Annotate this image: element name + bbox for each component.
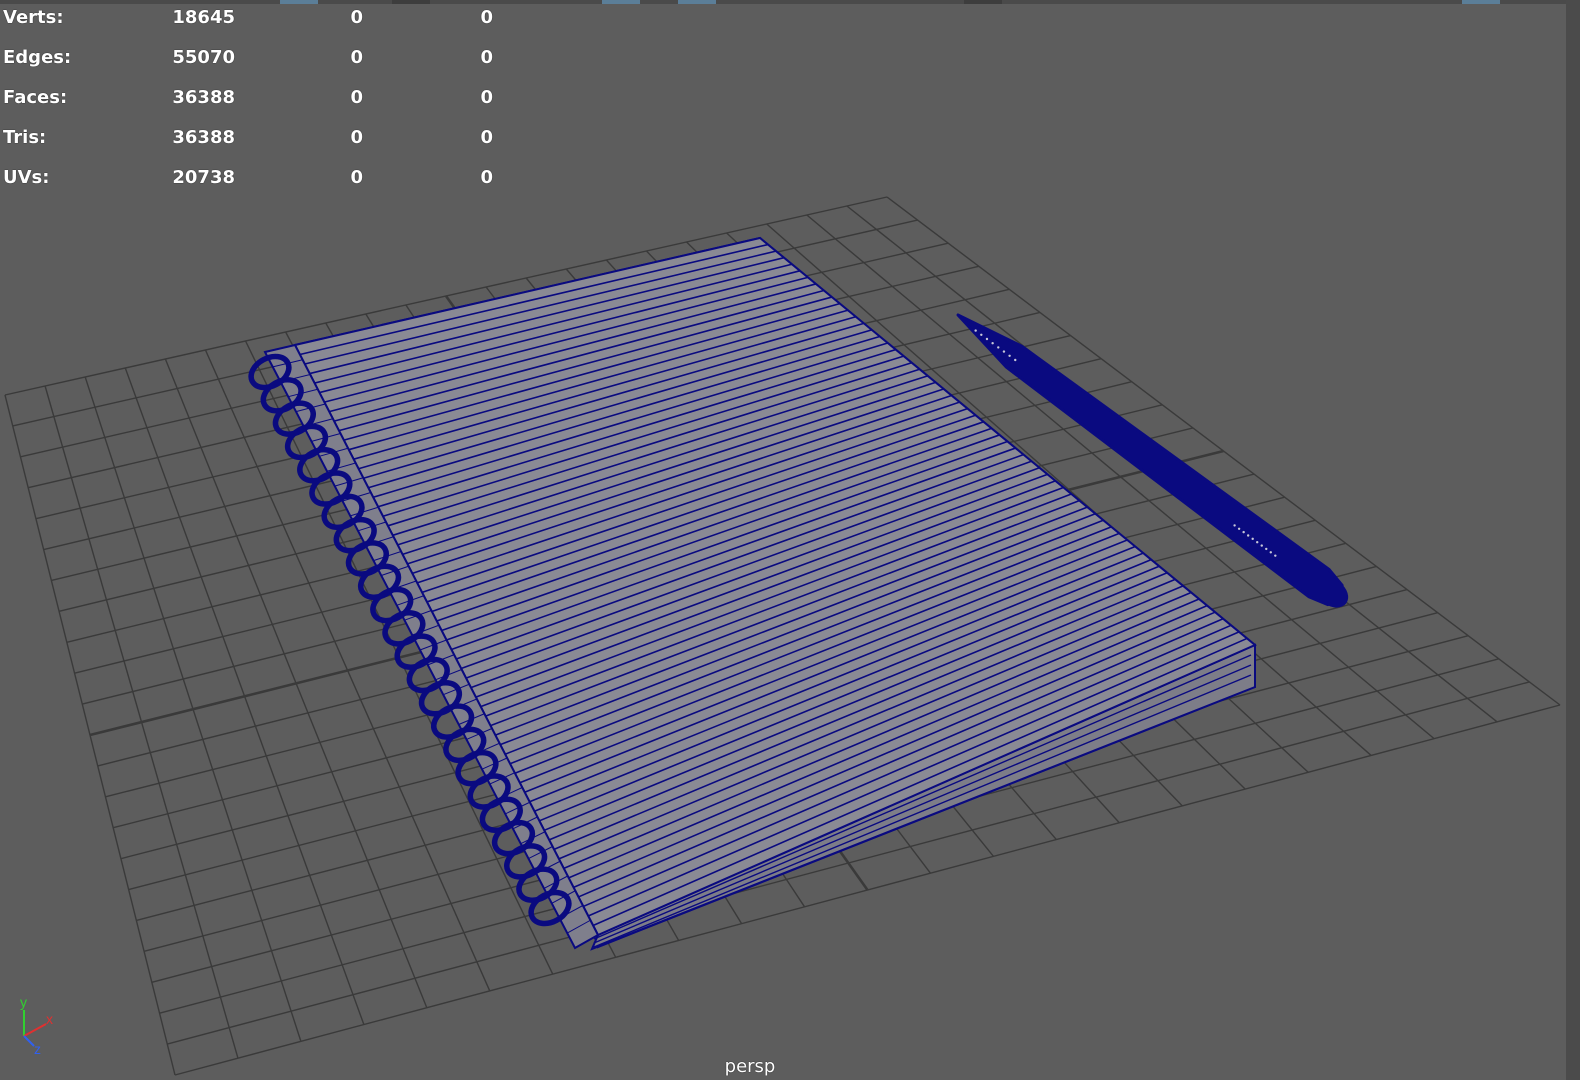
pen-detail [1256,541,1259,544]
pen-detail [974,329,977,332]
notebook-mesh[interactable] [246,236,1257,951]
strip-tab[interactable] [280,0,318,4]
strip-tab[interactable] [392,0,430,4]
hud-total: 18645 [172,7,235,28]
hud-selected: 0 [350,167,363,188]
hud-component: 0 [480,47,493,68]
hud-component: 0 [480,167,493,188]
axis-y-label: y [20,994,27,1010]
axis-x-line [23,1023,47,1037]
pen-detail [1246,534,1250,537]
hud-selected: 0 [350,127,363,148]
perspective-viewport[interactable]: Verts: 18645 0 0 Edges: 55070 0 0 Faces:… [0,0,1580,1080]
hud-total: 36388 [172,127,235,148]
axis-z-line [23,1035,35,1047]
toolbar-strip [0,0,1580,4]
hud-total: 36388 [172,87,235,108]
hud-label: Tris: [3,127,47,148]
viewport-scene[interactable] [0,0,1580,1080]
hud-label: UVs: [3,167,50,188]
pen-detail [1242,530,1245,534]
strip-tab[interactable] [1462,0,1500,4]
camera-name-label: persp [724,1056,776,1077]
pen-detail [985,337,989,341]
hud-label: Edges: [3,47,72,68]
pen-detail [980,333,983,337]
pen-detail [1237,527,1241,530]
axis-z-label: z [34,1041,41,1057]
axis-x-label: x [46,1011,53,1027]
pen-detail [1233,524,1236,527]
pen-detail [1251,537,1254,541]
hud-component: 0 [480,87,493,108]
pen-detail [1274,554,1277,557]
pen-detail [1002,350,1006,353]
hud-selected: 0 [350,87,363,108]
pen-detail [1008,354,1011,358]
hud-selected: 0 [350,7,363,28]
strip-tab[interactable] [602,0,640,4]
hud-component: 0 [480,7,493,28]
pen-detail [997,346,1000,349]
viewport-edge [1566,0,1580,1080]
hud-label: Faces: [3,87,68,108]
pen-detail [991,342,994,345]
pen-detail [1265,547,1268,551]
strip-tab[interactable] [678,0,716,4]
axis-gizmo-icon: y x z [20,994,53,1057]
pen-detail [1014,358,1017,362]
hud-total: 55070 [172,47,235,68]
hud-label: Verts: [3,7,64,28]
strip-tab[interactable] [964,0,1002,4]
pen-detail [1260,544,1263,547]
hud-total: 20738 [172,167,235,188]
hud-selected: 0 [350,47,363,68]
hud-component: 0 [480,127,493,148]
pen-detail [1269,551,1272,554]
